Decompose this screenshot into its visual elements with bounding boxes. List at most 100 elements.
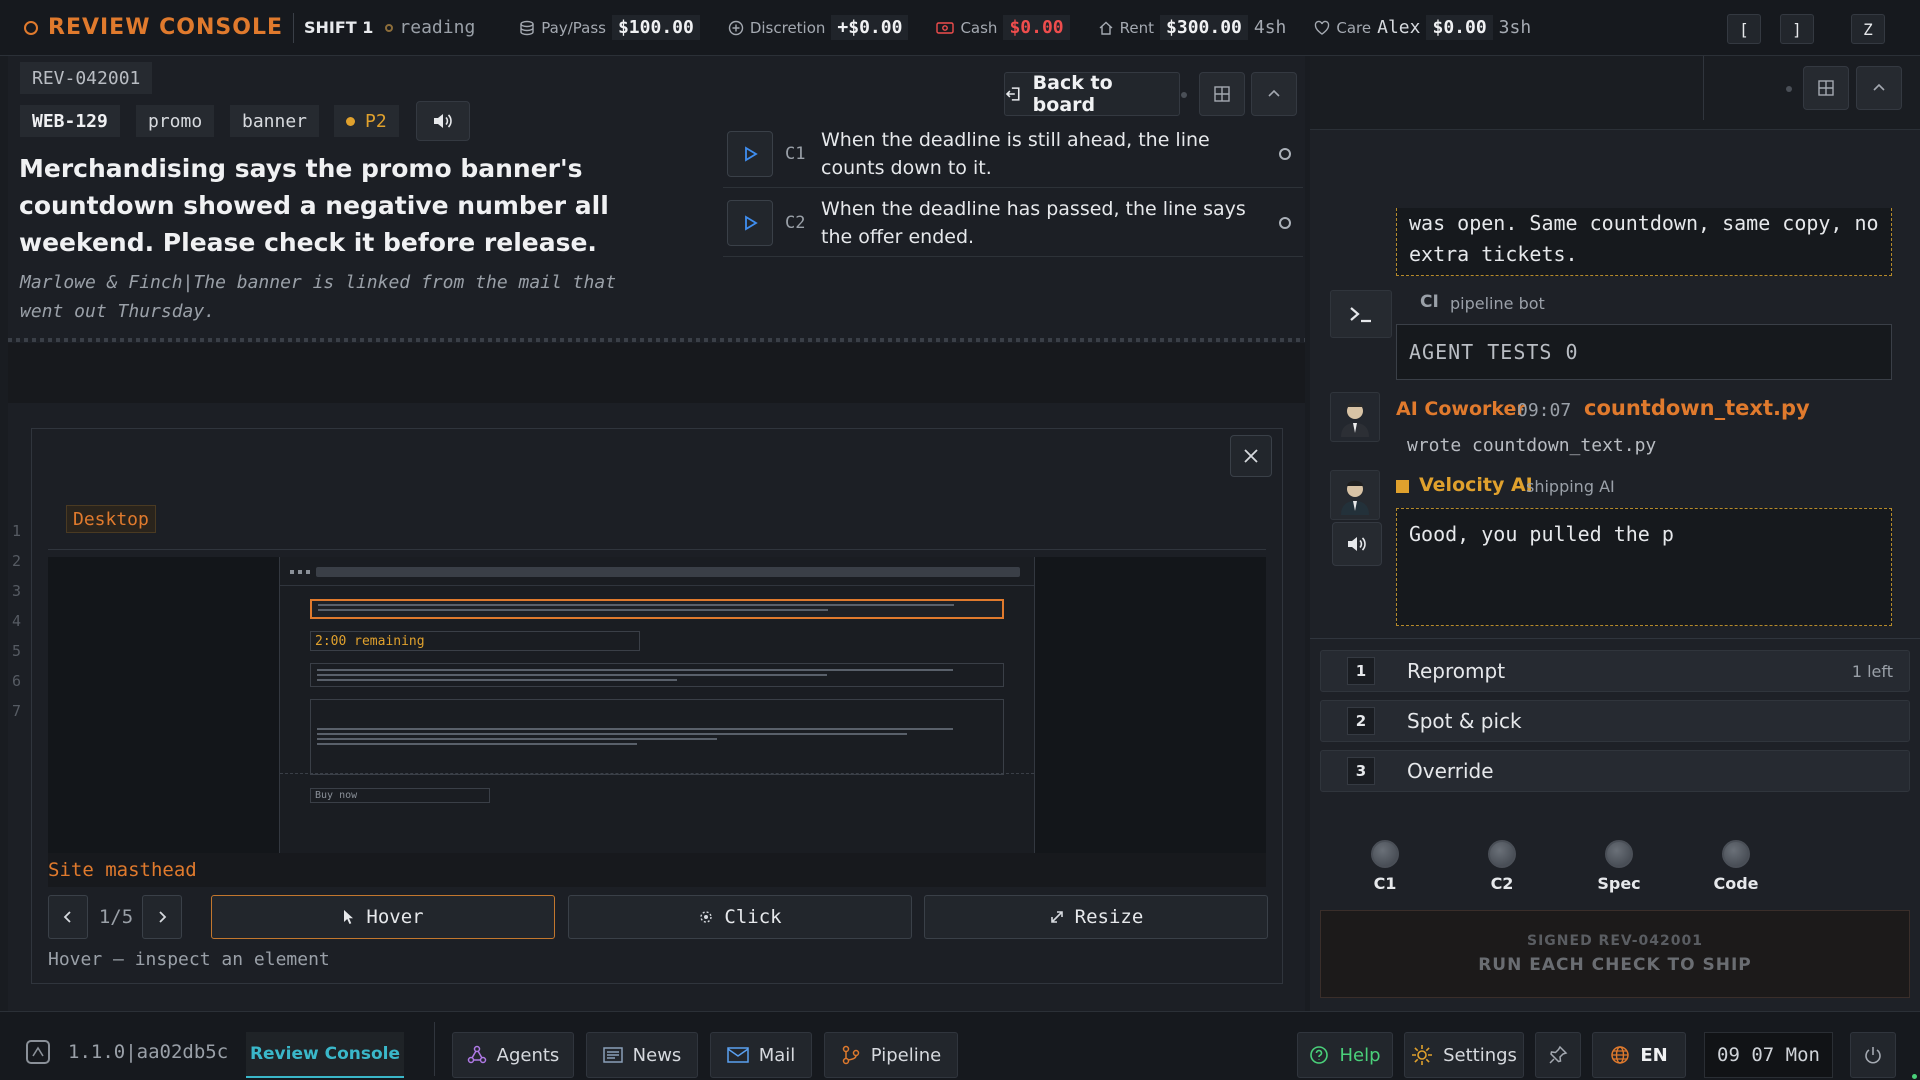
back-to-board-button[interactable]: Back to board xyxy=(1004,72,1180,116)
metric-pay-pass: Pay/Pass $100.00 xyxy=(519,15,700,40)
ticket-id: REV-042001 xyxy=(20,62,153,94)
next-key-button[interactable]: ] xyxy=(1780,14,1814,44)
buy-now-button[interactable]: Buy now xyxy=(310,788,490,803)
chat-panel: was open. Same countdown, same copy, no … xyxy=(1310,56,1920,1011)
knob-icon xyxy=(1488,840,1516,868)
coworker-file-link[interactable]: countdown_text.py xyxy=(1584,396,1810,420)
speaker-button[interactable] xyxy=(1332,522,1382,566)
language-button[interactable]: EN xyxy=(1592,1032,1686,1078)
option-note: 1 left xyxy=(1851,661,1893,681)
chevron-up-icon xyxy=(1873,83,1885,91)
chevron-left-icon xyxy=(63,911,71,923)
prev-page-button[interactable] xyxy=(48,895,88,939)
close-preview-button[interactable] xyxy=(1230,435,1272,477)
stack-icon xyxy=(520,20,534,35)
site-masthead[interactable] xyxy=(310,599,1004,619)
placeholder-line xyxy=(317,674,827,676)
countdown-line[interactable]: 2:00 remaining xyxy=(310,631,640,651)
metric-extra: 4sh xyxy=(1253,17,1287,38)
section-gap xyxy=(8,343,1305,403)
mail-button[interactable]: Mail xyxy=(710,1032,812,1078)
prev-key-button[interactable]: [ xyxy=(1727,14,1761,44)
divider xyxy=(280,585,1034,586)
news-icon xyxy=(602,1047,623,1063)
spot-pick-option[interactable]: 2 Spot & pick xyxy=(1320,700,1910,742)
override-option[interactable]: 3 Override xyxy=(1320,750,1910,792)
placeholder-line xyxy=(318,609,828,611)
divider xyxy=(48,549,1266,550)
brand: REVIEW CONSOLE xyxy=(24,15,283,40)
clock: 09 07 Mon xyxy=(1704,1032,1833,1078)
resize-icon xyxy=(1050,911,1063,923)
chevron-up-icon xyxy=(1268,89,1280,97)
divider xyxy=(434,1022,435,1076)
hover-tool-button[interactable]: Hover xyxy=(211,895,555,939)
divider xyxy=(1703,56,1704,120)
line-number: 4 xyxy=(12,612,22,630)
click-tool-button[interactable]: Click xyxy=(568,895,912,939)
knob-icon xyxy=(1722,840,1750,868)
option-number: 2 xyxy=(1347,707,1375,735)
brand-title: REVIEW CONSOLE xyxy=(48,15,283,40)
knob-c1[interactable]: C1 xyxy=(1350,840,1420,893)
reprompt-option[interactable]: 1 Reprompt 1 left xyxy=(1320,650,1910,692)
play-icon xyxy=(745,214,758,231)
collapse-button[interactable] xyxy=(1251,72,1297,116)
run-check-c1-button[interactable] xyxy=(727,130,773,177)
pin-button[interactable] xyxy=(1535,1032,1581,1078)
layout-grid-button[interactable] xyxy=(1803,66,1849,110)
undo-key-button[interactable]: Z xyxy=(1851,14,1885,44)
priority-dot-icon xyxy=(346,116,355,126)
velocity-square-icon xyxy=(1396,480,1409,493)
priority-label: P2 xyxy=(365,110,387,132)
metric-name: Alex xyxy=(1377,17,1421,38)
power-button[interactable] xyxy=(1850,1032,1896,1078)
option-label: Override xyxy=(1407,759,1494,783)
layout-grid-button[interactable] xyxy=(1199,72,1245,116)
check-text: When the deadline has passed, the line s… xyxy=(821,197,1246,248)
grid-icon xyxy=(1818,80,1834,96)
line-number: 5 xyxy=(12,642,22,660)
sign-ship-button[interactable]: SIGNED REV-042001 RUN EACH CHECK TO SHIP xyxy=(1320,910,1910,998)
metric-label: Cash xyxy=(960,18,998,37)
tag-web-129: WEB-129 xyxy=(20,105,120,137)
tool-hint: Hover — inspect an element xyxy=(48,949,330,970)
option-number: 1 xyxy=(1347,657,1375,685)
speaker-button[interactable] xyxy=(416,101,470,141)
coworker-name: AI Coworker xyxy=(1396,398,1526,420)
top-bar: REVIEW CONSOLE SHIFT 1 reading Pay/Pass … xyxy=(0,0,1920,56)
settings-button[interactable]: Settings xyxy=(1404,1032,1524,1078)
metric-value: $0.00 xyxy=(1003,15,1070,40)
next-page-button[interactable] xyxy=(142,895,182,939)
metric-care: Care Alex $0.00 3sh xyxy=(1314,15,1531,40)
option-label: Reprompt xyxy=(1407,659,1506,683)
agents-label: Agents xyxy=(496,1044,560,1066)
news-button[interactable]: News xyxy=(586,1032,698,1078)
run-check-c2-button[interactable] xyxy=(727,199,773,246)
knob-c2[interactable]: C2 xyxy=(1467,840,1537,893)
agents-icon xyxy=(467,1045,486,1064)
tab-review-console[interactable]: Review Console xyxy=(246,1032,404,1078)
help-button[interactable]: Help xyxy=(1297,1032,1393,1078)
agents-button[interactable]: Agents xyxy=(452,1032,574,1078)
divider xyxy=(1310,638,1920,639)
address-bar xyxy=(316,567,1020,577)
tool-label: Hover xyxy=(366,906,424,928)
perforation-divider xyxy=(8,338,1305,342)
language-label: EN xyxy=(1640,1044,1668,1066)
knob-label: C1 xyxy=(1373,874,1397,893)
metric-discretion: Discretion +$0.00 xyxy=(728,15,909,40)
knob-spec[interactable]: Spec xyxy=(1584,840,1654,893)
chevron-right-icon xyxy=(159,911,167,923)
knob-code[interactable]: Code xyxy=(1701,840,1771,893)
pipeline-button[interactable]: Pipeline xyxy=(824,1032,958,1078)
device-badge[interactable]: Desktop xyxy=(66,505,156,533)
coworker-message: wrote countdown_text.py xyxy=(1407,435,1657,456)
resize-tool-button[interactable]: Resize xyxy=(924,895,1268,939)
terminal-avatar xyxy=(1330,290,1392,338)
placeholder-line xyxy=(317,743,637,745)
knob-icon xyxy=(1371,840,1399,868)
ticket-note: Marlowe & Finch|The banner is linked fro… xyxy=(20,272,617,322)
metric-label: Rent xyxy=(1119,18,1155,37)
collapse-button[interactable] xyxy=(1856,66,1902,110)
